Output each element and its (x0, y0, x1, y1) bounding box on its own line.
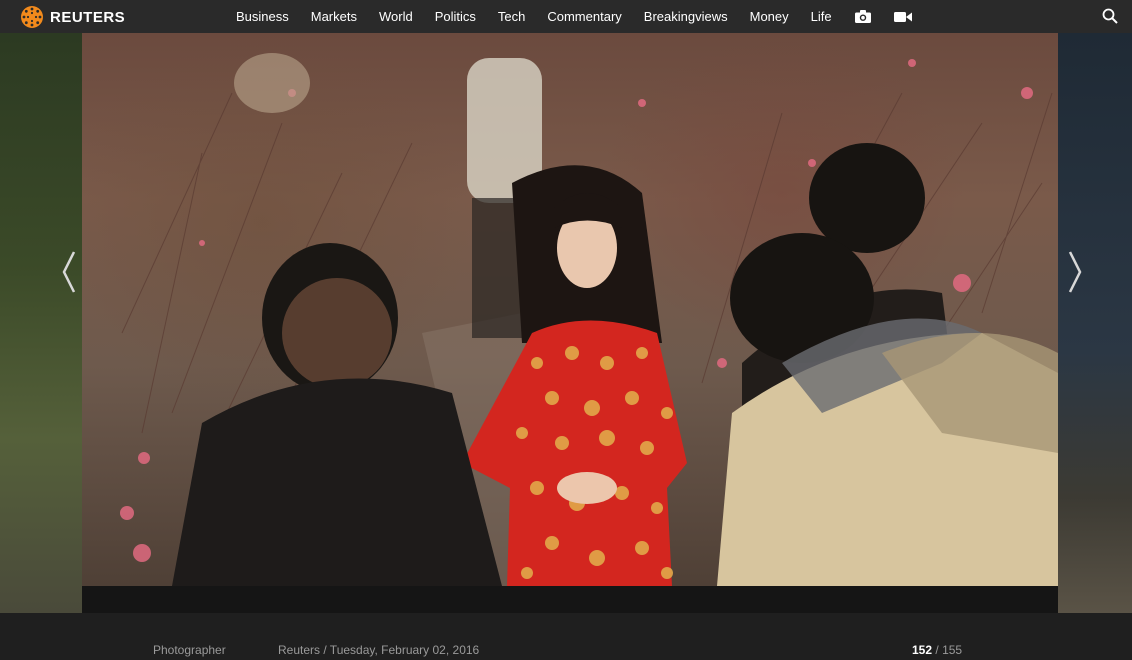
nav-item-commentary[interactable]: Commentary (547, 9, 621, 24)
photographer-label: Photographer (153, 643, 226, 657)
counter-separator: / (935, 643, 939, 657)
photo-bottom-strip (82, 586, 1058, 613)
camera-icon[interactable] (854, 10, 872, 24)
nav-item-business[interactable]: Business (236, 9, 289, 24)
reuters-logo[interactable]: REUTERS (20, 5, 125, 29)
nav-item-tech[interactable]: Tech (498, 9, 525, 24)
chevron-left-icon[interactable] (58, 248, 82, 296)
gallery-stage (0, 33, 1132, 613)
photo-counter: 152 / 155 (912, 643, 962, 657)
main-nav: Business Markets World Politics Tech Com… (236, 0, 934, 33)
nav-item-breakingviews[interactable]: Breakingviews (644, 9, 728, 24)
photo-credit: Reuters / Tuesday, February 02, 2016 (278, 643, 480, 657)
photo-caption-bar: Photographer Reuters / Tuesday, February… (0, 613, 1132, 660)
nav-item-politics[interactable]: Politics (435, 9, 476, 24)
current-photo-number: 152 (912, 643, 933, 657)
nav-item-life[interactable]: Life (811, 9, 832, 24)
top-navigation-bar: REUTERS Business Markets World Politics … (0, 0, 1132, 33)
search-icon[interactable] (1102, 8, 1118, 24)
brand-name: REUTERS (50, 8, 126, 26)
video-icon[interactable] (893, 10, 912, 24)
reuters-logo-mark-icon (21, 6, 43, 28)
chevron-right-icon[interactable] (1062, 248, 1086, 296)
nav-item-money[interactable]: Money (750, 9, 789, 24)
nav-item-world[interactable]: World (379, 9, 413, 24)
total-photo-count: 155 (942, 643, 963, 657)
nav-item-markets[interactable]: Markets (311, 9, 357, 24)
previous-photo-peek[interactable] (0, 33, 82, 613)
gallery-photo (82, 33, 1058, 586)
next-photo-peek[interactable] (1058, 33, 1132, 613)
